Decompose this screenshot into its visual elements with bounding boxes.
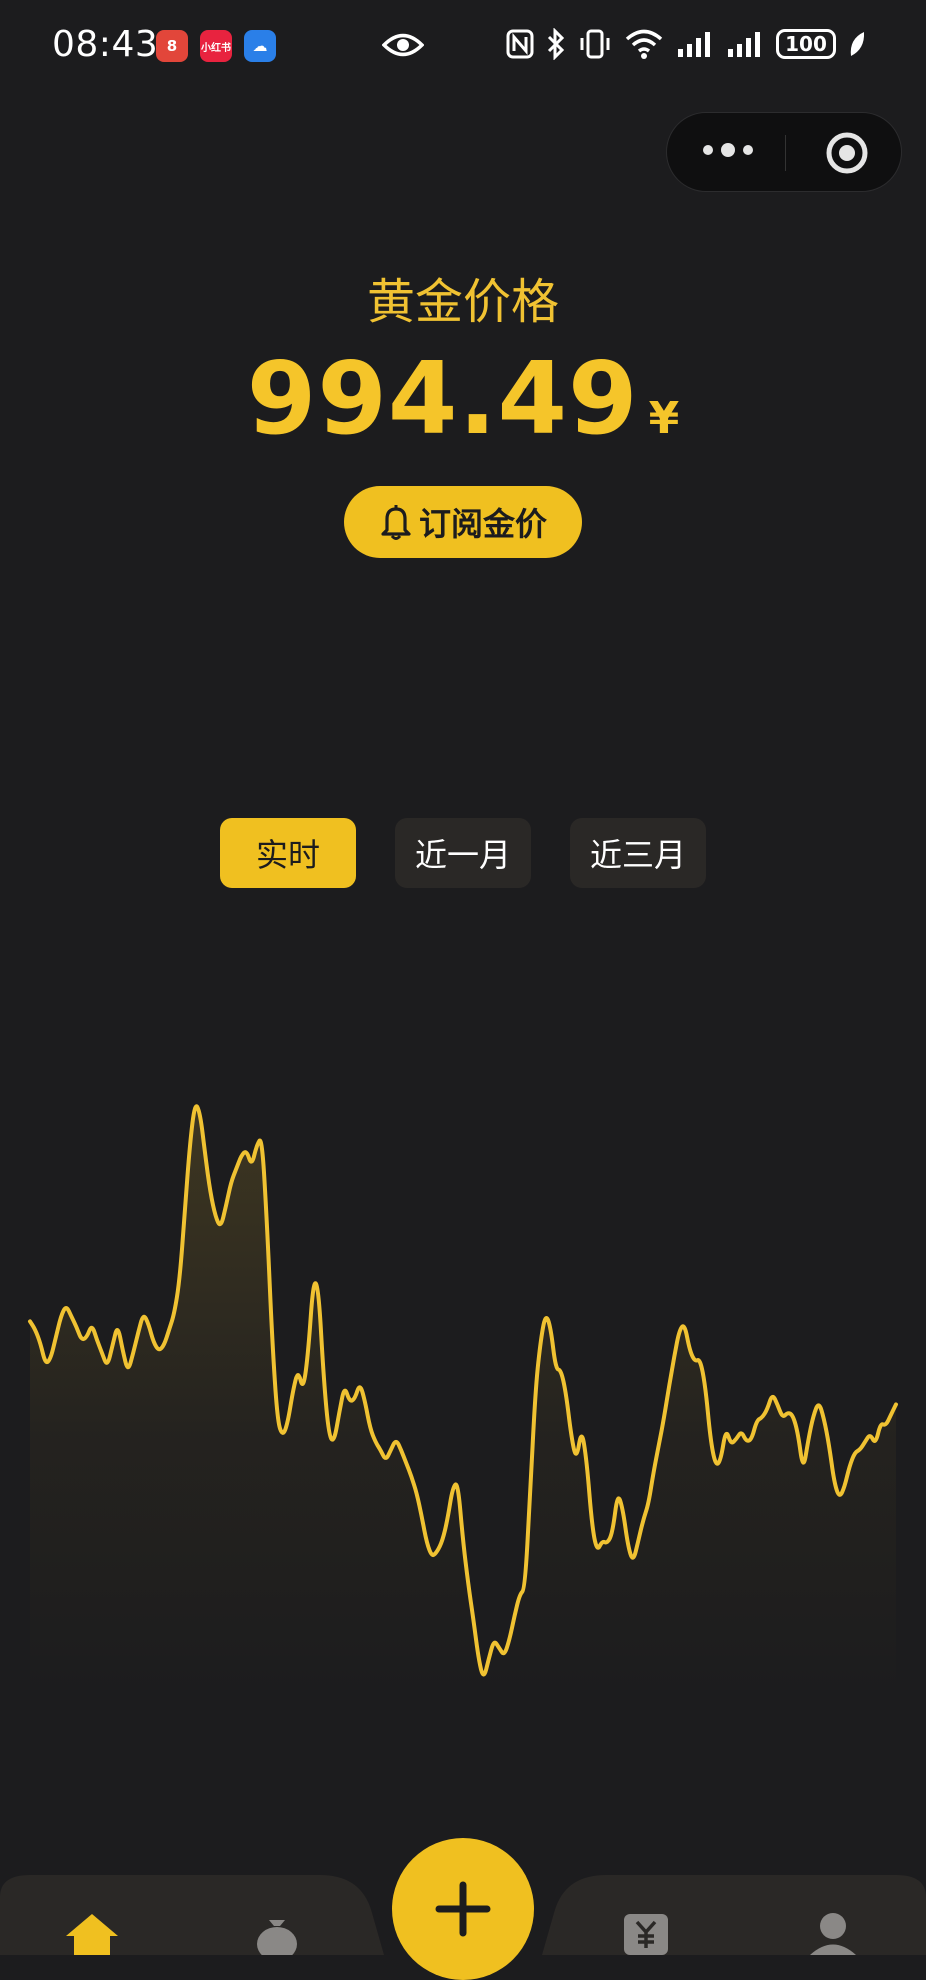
- signal-icon-2: [728, 32, 760, 57]
- bluetooth-icon: [547, 28, 565, 60]
- close-target-icon[interactable]: [825, 131, 869, 175]
- price-chart: [28, 1104, 898, 1700]
- system-icons: 100: [506, 28, 866, 60]
- wifi-icon: [625, 29, 663, 59]
- money-bag-icon[interactable]: [252, 1910, 302, 1955]
- add-button[interactable]: [392, 1838, 534, 1980]
- miniprogram-capsule: [666, 112, 902, 192]
- red-app-badge: 8: [156, 30, 188, 62]
- gold-price: 994.49 ¥: [0, 340, 926, 457]
- home-icon[interactable]: [62, 1910, 122, 1955]
- nfc-icon: [506, 29, 534, 59]
- xiaohongshu-badge: 小红书: [200, 30, 232, 62]
- chart-area-fill: [30, 1106, 896, 1700]
- receipt-yen-icon[interactable]: [622, 1910, 670, 1955]
- bell-icon: [381, 505, 411, 540]
- status-bar: 08:43 8 小红书 ☁ 100: [0, 0, 926, 95]
- subscribe-label: 订阅金价: [418, 505, 547, 543]
- signal-icon: [678, 32, 710, 57]
- weather-badge: ☁: [244, 30, 276, 62]
- battery-indicator: 100: [776, 29, 836, 59]
- leaf-icon: [850, 32, 865, 56]
- more-icon[interactable]: [703, 143, 753, 157]
- tab-one-month[interactable]: 近一月: [395, 818, 531, 888]
- tab-realtime[interactable]: 实时: [220, 818, 356, 888]
- status-time: 08:43: [52, 24, 159, 65]
- vibrate-icon: [580, 29, 610, 59]
- eye-icon: [382, 33, 424, 57]
- page-title: 黄金价格: [366, 274, 559, 330]
- tab-three-months[interactable]: 近三月: [570, 818, 706, 888]
- subscribe-button[interactable]: 订阅金价: [344, 486, 582, 558]
- currency-symbol: ¥: [648, 393, 680, 444]
- price-value: 994.49: [246, 340, 639, 457]
- plus-icon: [435, 1881, 491, 1937]
- profile-icon[interactable]: [808, 1910, 858, 1955]
